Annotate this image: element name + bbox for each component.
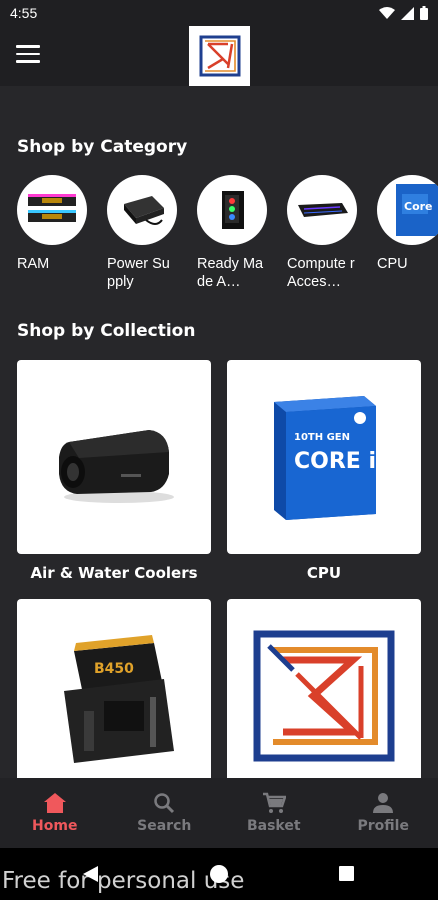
watermark-text: Free for personal use: [2, 868, 245, 894]
category-label: Power Supply: [107, 256, 170, 290]
nav-basket[interactable]: Basket: [219, 778, 329, 848]
cpu-box-image: 10TH GEN CORE i5: [227, 360, 421, 554]
status-bar: 4:55: [0, 0, 438, 26]
category-heading: Shop by Category: [17, 137, 188, 157]
category-item-computer-accessories[interactable]: Compute r Acces…: [287, 175, 357, 291]
logo-mark: [199, 35, 240, 77]
nav-search[interactable]: Search: [110, 778, 220, 848]
cpu-image: Core: [377, 175, 438, 245]
cpu-box-gen: 10TH GEN: [294, 432, 350, 443]
wifi-icon: [379, 6, 395, 19]
collection-card-cpu[interactable]: 10TH GEN CORE i5 CPU: [227, 360, 421, 599]
brand-logo-image: [227, 599, 421, 778]
collection-card-motherboard[interactable]: B450: [17, 599, 211, 778]
category-carousel[interactable]: RAM Power Supply Ready Made A… Compute r…: [17, 175, 438, 291]
power-supply-image: [107, 175, 177, 245]
person-icon: [373, 793, 394, 813]
category-item-ram[interactable]: RAM: [17, 175, 87, 291]
home-icon: [43, 793, 66, 813]
battery-icon: [420, 6, 428, 20]
nav-home[interactable]: Home: [0, 778, 110, 848]
brand-logo[interactable]: [189, 26, 250, 86]
svg-text:B450: B450: [94, 661, 134, 677]
menu-icon[interactable]: [16, 45, 40, 65]
home-content[interactable]: Shop by Category RAM Power Supply Ready …: [0, 86, 438, 778]
bottom-nav: Home Search Basket Profile: [0, 778, 438, 848]
category-label: Ready Made A…: [197, 256, 264, 290]
keyboard-image: [287, 175, 357, 245]
app-bar: [0, 26, 438, 86]
svg-text:Core: Core: [404, 200, 433, 213]
nav-search-label: Search: [137, 818, 192, 834]
cart-icon: [262, 792, 286, 813]
cooler-image: [17, 360, 211, 554]
status-time: 4:55: [10, 5, 38, 21]
collection-grid: Air & Water Coolers 10TH GEN CORE i5 CPU: [17, 360, 421, 778]
category-item-ready-made[interactable]: Ready Made A…: [197, 175, 267, 291]
nav-profile-label: Profile: [357, 818, 409, 834]
nav-home-label: Home: [32, 818, 78, 834]
collection-label: Air & Water Coolers: [30, 564, 198, 582]
status-icons: [379, 6, 428, 20]
signal-icon: [401, 6, 414, 20]
collection-label: CPU: [306, 564, 342, 582]
category-label: Compute r Acces…: [287, 256, 355, 290]
motherboard-image: B450: [17, 599, 211, 778]
collection-heading: Shop by Collection: [17, 321, 196, 341]
category-label: RAM: [17, 256, 50, 272]
collection-card-coolers[interactable]: Air & Water Coolers: [17, 360, 211, 599]
pc-case-image: [197, 175, 267, 245]
search-icon: [154, 793, 175, 814]
ram-image: [17, 175, 87, 245]
category-label: CPU: [377, 256, 408, 272]
category-item-cpu[interactable]: Core CPU: [377, 175, 438, 291]
collection-card-brand[interactable]: [227, 599, 421, 778]
nav-profile[interactable]: Profile: [329, 778, 438, 848]
nav-basket-label: Basket: [246, 818, 301, 834]
category-item-power-supply[interactable]: Power Supply: [107, 175, 177, 291]
cpu-box-model: CORE i5: [294, 449, 384, 474]
recents-icon[interactable]: [338, 865, 355, 882]
